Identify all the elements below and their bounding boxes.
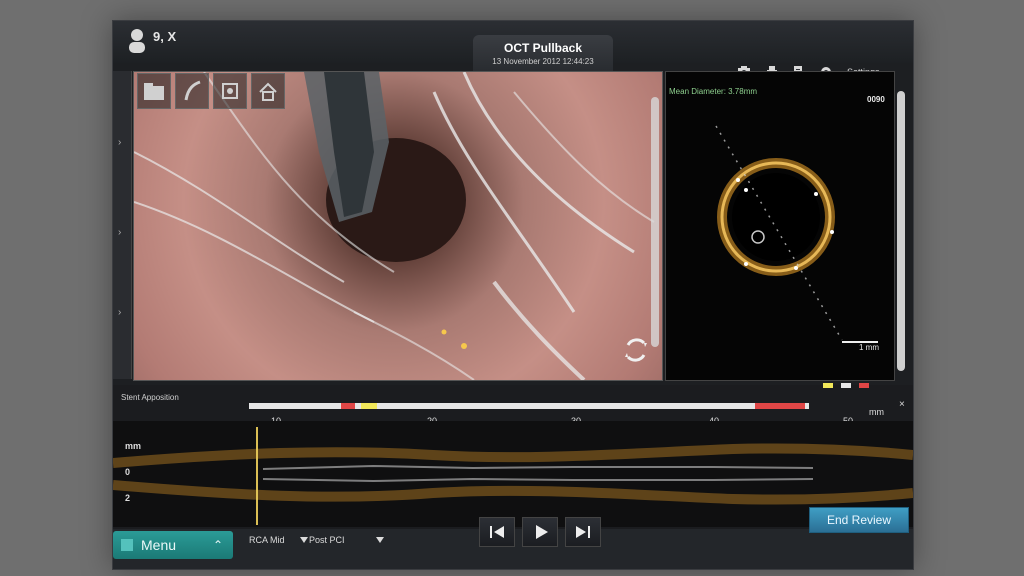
menu-button[interactable]: Menu ⌃ — [113, 531, 233, 559]
cross-section-scrollbar[interactable] — [897, 91, 905, 371]
legend-white — [841, 383, 851, 388]
cross-section-svg — [715, 125, 878, 343]
legend-red — [859, 383, 869, 388]
timeline-red-marker-2 — [755, 403, 805, 409]
apposition-legend — [823, 383, 895, 393]
rail-arrow-down[interactable]: › — [118, 307, 126, 319]
folder-tool-button[interactable] — [137, 73, 171, 109]
play-icon — [536, 525, 548, 539]
end-review-button[interactable]: End Review — [809, 507, 909, 533]
step-forward-icon — [576, 526, 590, 538]
measure-icon — [222, 83, 238, 99]
longitudinal-svg — [112, 421, 914, 527]
user-icon — [129, 29, 145, 53]
3d-vessel-view[interactable] — [133, 71, 663, 381]
rail-arrow-up[interactable]: › — [118, 137, 126, 149]
mean-diameter: Mean Diameter: 3.78mm — [669, 87, 758, 96]
3d-view-toolbar — [137, 73, 287, 111]
menu-label: Menu — [141, 537, 177, 553]
step-forward-button[interactable] — [565, 517, 601, 547]
y-label-zero: 0 — [125, 467, 131, 477]
3d-view-scrollbar[interactable] — [651, 97, 659, 347]
cross-section-view[interactable] — [665, 71, 895, 381]
playback-controls — [479, 517, 601, 547]
timeline-yellow-marker — [361, 403, 377, 409]
3d-vessel-svg — [134, 72, 655, 380]
chevron-up-icon: ⌃ — [213, 538, 224, 552]
y-label-mm: mm — [125, 441, 142, 451]
home-icon — [259, 82, 277, 101]
menu-square-icon — [121, 539, 133, 551]
header-title: OCT Pullback — [503, 41, 583, 55]
procedure-label: Post PCI — [309, 535, 345, 545]
longitudinal-view[interactable] — [112, 421, 914, 527]
curve-icon — [184, 80, 201, 101]
legend-yellow — [823, 383, 833, 388]
frame-number: 0090 — [867, 95, 885, 104]
oct-screen: 9, X OCT Pullback 13 November 2012 12:44… — [112, 20, 914, 570]
header-datetime: 13 November 2012 12:44:23 — [492, 57, 594, 66]
step-back-button[interactable] — [479, 517, 515, 547]
scale-label: 1 mm — [859, 343, 879, 352]
dropdown-icon[interactable] — [375, 535, 385, 545]
left-rail: › › › — [113, 71, 132, 379]
measure-tool-button[interactable] — [213, 73, 247, 109]
timeline-red-marker-1 — [341, 403, 355, 409]
home-tool-button[interactable] — [251, 73, 285, 109]
play-button[interactable] — [522, 517, 558, 547]
stent-apposition-label: Stent Apposition — [121, 393, 179, 402]
folder-icon — [144, 83, 164, 100]
patient-name: 9, X — [153, 29, 177, 44]
curve-tool-button[interactable] — [175, 73, 209, 109]
rail-arrow-middle[interactable]: › — [118, 227, 126, 239]
stent-timeline[interactable] — [249, 403, 809, 409]
y-label-two: 2 — [125, 493, 131, 503]
close-x-icon[interactable]: × — [899, 399, 905, 410]
mm-unit-top: mm — [869, 407, 884, 417]
rotate-icon[interactable] — [619, 333, 653, 367]
vessel-label: RCA Mid — [249, 535, 285, 545]
step-back-icon — [490, 526, 504, 538]
dropdown-icon[interactable] — [299, 535, 309, 545]
